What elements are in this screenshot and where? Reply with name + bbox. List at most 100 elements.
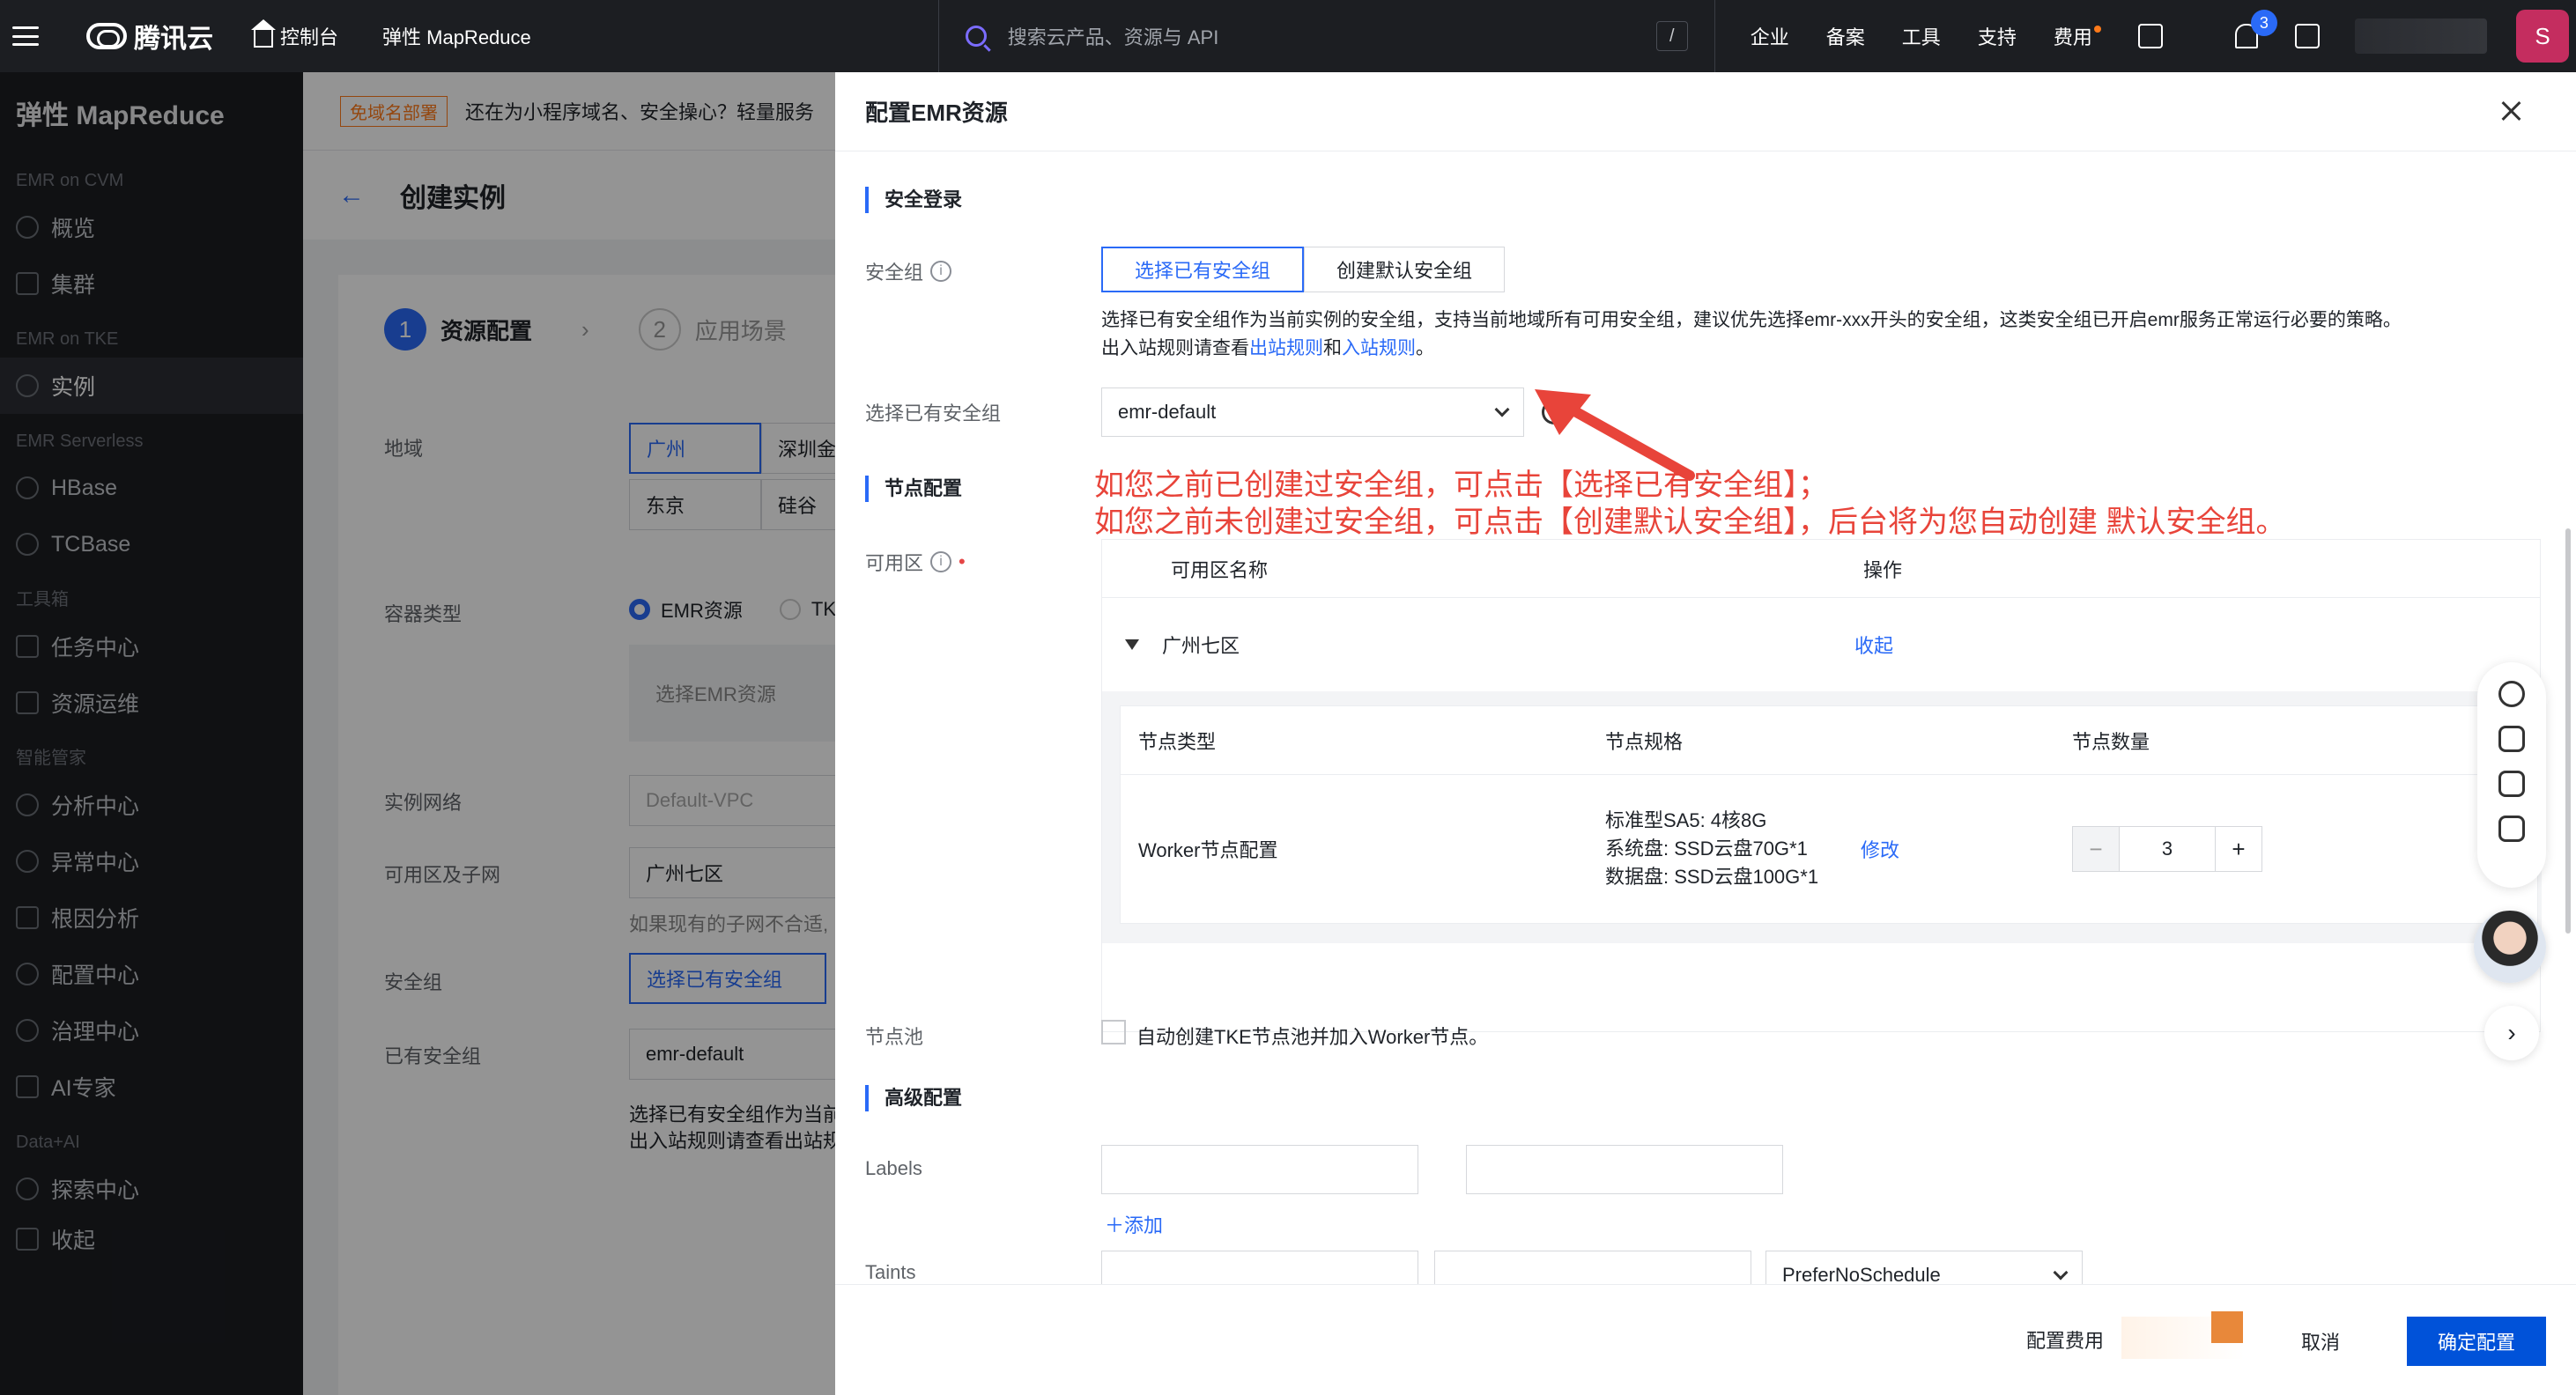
node-row: Worker节点配置 标准型SA5: 4核8G 系统盘: SSD云盘70G*1 … (1121, 775, 2537, 923)
pool-label: 节点池 (865, 1026, 924, 1048)
outbound-rules-link[interactable]: 出站规则 (1249, 338, 1323, 358)
existing-sg-value: emr-default (1118, 401, 1217, 423)
nav-enterprise[interactable]: 企业 (1751, 22, 1789, 50)
search-icon (965, 26, 987, 47)
chevron-down-icon (1494, 402, 1510, 417)
book-icon[interactable] (2498, 771, 2525, 797)
label-value-input[interactable] (1466, 1145, 1783, 1194)
zone-name-header: 可用区名称 (1171, 558, 1269, 581)
auto-pool-checkbox-label[interactable]: 自动创建TKE节点池并加入Worker节点。 (1136, 1022, 1488, 1050)
top-nav: 企业 备案 工具 支持 费用 3 (1751, 10, 2320, 50)
nav-filing[interactable]: 备案 (1826, 22, 1865, 50)
modal-overlay[interactable] (0, 72, 835, 1395)
node-type-header: 节点类型 (1138, 730, 1217, 753)
divider (937, 0, 939, 72)
top-bar: 腾讯云 控制台 弹性 MapReduce 搜索云产品、资源与 API / 企业 … (0, 0, 2576, 72)
zone-label: 可用区 i • (865, 548, 966, 576)
fee-indicator (2211, 1311, 2243, 1343)
spec-line: 系统盘: SSD云盘70G*1 (1605, 838, 1808, 860)
menu-button[interactable] (0, 0, 51, 72)
divider (1714, 0, 1715, 72)
desc-and: 和 (1323, 338, 1342, 358)
desc-end: 。 (1416, 338, 1434, 358)
feedback-icon[interactable] (2498, 816, 2525, 842)
create-default-sg-button[interactable]: 创建默认安全组 (1304, 247, 1506, 292)
close-icon[interactable] (2495, 95, 2527, 127)
confirm-button[interactable]: 确定配置 (2407, 1317, 2546, 1366)
section-node: 节点配置 (865, 476, 962, 502)
node-count-input[interactable]: 3 (2119, 827, 2216, 871)
spec-line: 数据盘: SSD云盘100G*1 (1605, 866, 1819, 888)
avatar[interactable]: S (2516, 10, 2569, 63)
chevron-down-icon (2053, 1265, 2069, 1281)
label-key-input[interactable] (1101, 1145, 1418, 1194)
node-count-stepper: − 3 + (2072, 826, 2262, 872)
required-mark: • (959, 550, 966, 572)
auto-pool-checkbox[interactable] (1101, 1020, 1126, 1044)
section-security: 安全登录 (865, 187, 962, 213)
cloud-icon[interactable] (2498, 726, 2525, 752)
sg-description-line2: 出入站规则请查看出站规则和入站规则。 (1101, 335, 2511, 363)
home-icon (251, 19, 276, 48)
labels-label: Labels (865, 1157, 922, 1179)
info-icon[interactable]: i (930, 551, 952, 572)
annotation-line2: 如您之前未创建过安全组，可点击【创建默认安全组】，后台将为您自动创建 默认安全组… (1094, 506, 2286, 539)
zone-table-header: 可用区名称 操作 (1102, 540, 2540, 598)
nav-billing-label: 费用 (2053, 26, 2092, 48)
notification-badge: 3 (2250, 10, 2277, 36)
desc-prefix: 出入站规则请查看 (1101, 338, 1249, 358)
brand-logo[interactable]: 腾讯云 (86, 17, 213, 55)
spec-line: 标准型SA5: 4核8G (1605, 809, 1767, 831)
console-label: 控制台 (280, 26, 339, 48)
scrollbar[interactable] (2565, 528, 2571, 934)
increment-button[interactable]: + (2216, 827, 2261, 871)
console-link[interactable]: 控制台 (251, 19, 339, 50)
search-bar[interactable]: 搜索云产品、资源与 API / (965, 21, 1688, 51)
brand-name: 腾讯云 (134, 25, 213, 54)
inbound-rules-link[interactable]: 入站规则 (1342, 338, 1416, 358)
drawer-title: 配置EMR资源 (865, 100, 1008, 126)
nav-billing[interactable]: 费用 (2054, 22, 2101, 50)
billing-dot (2093, 26, 2101, 33)
account-info[interactable] (2354, 18, 2487, 54)
node-count-header: 节点数量 (2072, 730, 2150, 753)
zone-name: 广州七区 (1162, 635, 1240, 657)
taints-label: Taints (865, 1261, 916, 1283)
cancel-button[interactable]: 取消 (2268, 1317, 2373, 1366)
sg-label: 安全组 i (865, 257, 952, 285)
chevron-right-icon[interactable]: › (2484, 1006, 2539, 1060)
message-icon[interactable] (2294, 24, 2320, 48)
node-table: 节点类型 节点规格 节点数量 Worker节点配置 标准型SA5: 4核8G 系… (1120, 705, 2538, 924)
customer-service-icon[interactable] (2498, 681, 2525, 707)
decrement-button[interactable]: − (2073, 827, 2119, 871)
node-table-header: 节点类型 节点规格 节点数量 (1121, 706, 2537, 775)
search-input[interactable]: 搜索云产品、资源与 API (1008, 22, 1219, 50)
sg-description: 选择已有安全组作为当前实例的安全组，支持当前地域所有可用安全组，建议优先选择em… (1101, 306, 2511, 363)
product-link[interactable]: 弹性 MapReduce (382, 22, 531, 50)
drawer-footer: 配置费用 取消 确定配置 (835, 1284, 2576, 1395)
floating-toolbar (2477, 662, 2546, 888)
collapse-link[interactable]: 收起 (1854, 631, 1893, 659)
assistant-avatar[interactable] (2474, 911, 2546, 983)
existing-sg-label: 选择已有安全组 (865, 402, 1002, 424)
fee-label: 配置费用 (2026, 1330, 2105, 1352)
cloud-logo-icon (86, 23, 127, 49)
bell-icon[interactable]: 3 (2234, 10, 2277, 48)
config-drawer: 配置EMR资源 安全登录 安全组 i 选择已有安全组 创建默认安全组 选择已有安… (835, 72, 2576, 1395)
drawer-header: 配置EMR资源 (835, 72, 2576, 151)
nav-support[interactable]: 支持 (1978, 22, 2017, 50)
add-label-link[interactable]: ＋添加 (1105, 1210, 1163, 1238)
zone-label-text: 可用区 (865, 552, 924, 574)
zone-action-header: 操作 (1863, 558, 1903, 581)
existing-sg-select[interactable]: emr-default (1101, 388, 1524, 437)
nav-tools[interactable]: 工具 (1902, 22, 1941, 50)
modify-link[interactable]: 修改 (1861, 835, 2072, 863)
sg-description-line1: 选择已有安全组作为当前实例的安全组，支持当前地域所有可用安全组，建议优先选择em… (1101, 310, 2402, 330)
info-icon[interactable]: i (930, 261, 952, 282)
language-icon[interactable] (2137, 24, 2163, 48)
zone-table: 可用区名称 操作 广州七区 收起 节点类型 节点规格 节点数量 Worker节点… (1101, 539, 2542, 1032)
select-existing-sg-button[interactable]: 选择已有安全组 (1101, 247, 1305, 292)
sg-segmented-control: 选择已有安全组 创建默认安全组 (1101, 247, 1506, 292)
annotation-line1: 如您之前已创建过安全组，可点击【选择已有安全组】； (1094, 469, 1828, 502)
caret-down-icon[interactable] (1125, 639, 1139, 650)
